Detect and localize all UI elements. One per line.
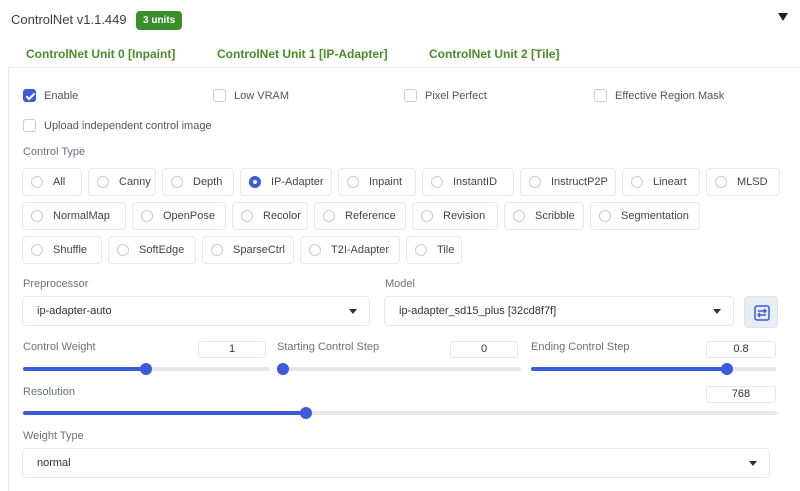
units-badge: 3 units <box>136 11 183 30</box>
ending-step-label: Ending Control Step <box>531 341 630 353</box>
radio-icon <box>171 176 183 188</box>
radio-icon <box>529 176 541 188</box>
tab-unit-0[interactable]: ControlNet Unit 0 [Inpaint] <box>26 47 175 61</box>
ending-step-input[interactable]: 0.8 <box>706 341 776 358</box>
radio-icon <box>141 210 153 222</box>
collapse-triangle-icon[interactable] <box>778 13 788 21</box>
control-type-label: Control Type <box>23 146 86 158</box>
model-dropdown[interactable]: ip-adapter_sd15_plus [32cd8f7f] <box>384 296 734 326</box>
unit-tabs: ControlNet Unit 0 [Inpaint] ControlNet U… <box>8 40 800 68</box>
pixel-perfect-checkbox[interactable]: Pixel Perfect <box>404 89 487 102</box>
weight-type-value: normal <box>37 457 71 469</box>
enable-label: Enable <box>44 89 79 102</box>
control-type-option[interactable]: Reference <box>314 202 406 230</box>
effective-region-mask-label: Effective Region Mask <box>615 89 725 102</box>
radio-icon <box>31 176 43 188</box>
radio-icon <box>513 210 525 222</box>
weight-type-label: Weight Type <box>23 430 84 442</box>
control-type-option[interactable]: Tile <box>406 236 462 264</box>
checkbox-icon <box>404 89 417 102</box>
checkbox-icon <box>594 89 607 102</box>
starting-step-label: Starting Control Step <box>277 341 380 353</box>
checkbox-checked-icon <box>23 89 36 102</box>
resolution-label: Resolution <box>23 386 75 398</box>
upload-independent-checkbox[interactable]: Upload independent control image <box>23 119 212 132</box>
radio-icon <box>309 244 321 256</box>
control-type-option[interactable]: Revision <box>412 202 498 230</box>
resolution-slider[interactable] <box>23 407 777 419</box>
pixel-perfect-label: Pixel Perfect <box>425 89 487 102</box>
slider-fill <box>23 411 306 415</box>
refresh-icon <box>754 305 770 321</box>
radio-icon <box>415 244 427 256</box>
weight-type-dropdown[interactable]: normal <box>22 448 770 478</box>
control-type-option[interactable]: Shuffle <box>22 236 102 264</box>
control-type-option[interactable]: Depth <box>162 168 234 196</box>
radio-icon <box>599 210 611 222</box>
controlnet-header[interactable]: ControlNet v1.1.449 3 units <box>0 0 800 40</box>
control-type-option[interactable]: Recolor <box>232 202 308 230</box>
control-type-option[interactable]: Lineart <box>622 168 700 196</box>
control-weight-input[interactable]: 1 <box>198 341 266 358</box>
control-type-option[interactable]: Segmentation <box>590 202 700 230</box>
checkbox-icon <box>213 89 226 102</box>
chevron-down-icon <box>749 461 757 466</box>
radio-icon <box>97 176 109 188</box>
low-vram-checkbox[interactable]: Low VRAM <box>213 89 289 102</box>
control-type-option[interactable]: NormalMap <box>22 202 126 230</box>
model-value: ip-adapter_sd15_plus [32cd8f7f] <box>399 305 557 317</box>
tab-unit-1[interactable]: ControlNet Unit 1 [IP-Adapter] <box>217 47 388 61</box>
low-vram-label: Low VRAM <box>234 89 290 102</box>
starting-step-input[interactable]: 0 <box>450 341 518 358</box>
control-type-option[interactable]: T2I-Adapter <box>300 236 400 264</box>
checkbox-icon <box>23 119 36 132</box>
control-type-option[interactable]: Scribble <box>504 202 584 230</box>
slider-thumb[interactable] <box>299 407 312 419</box>
radio-icon <box>323 210 335 222</box>
radio-icon <box>631 176 643 188</box>
control-type-option[interactable]: SparseCtrl <box>202 236 294 264</box>
radio-icon <box>431 176 443 188</box>
upload-independent-label: Upload independent control image <box>44 119 212 132</box>
radio-icon <box>715 176 727 188</box>
resolution-input[interactable]: 768 <box>706 386 776 403</box>
ending-step-slider[interactable] <box>531 363 776 375</box>
slider-thumb[interactable] <box>277 363 289 375</box>
radio-icon <box>31 210 43 222</box>
radio-icon <box>211 244 223 256</box>
control-type-option[interactable]: OpenPose <box>132 202 226 230</box>
chevron-down-icon <box>349 309 357 314</box>
control-type-option[interactable]: MLSD <box>706 168 780 196</box>
control-type-option[interactable]: Canny <box>88 168 156 196</box>
starting-step-slider[interactable] <box>277 363 521 375</box>
preprocessor-dropdown[interactable]: ip-adapter-auto <box>22 296 370 326</box>
control-type-option[interactable]: SoftEdge <box>108 236 196 264</box>
control-type-option[interactable]: All <box>22 168 82 196</box>
radio-icon <box>117 244 129 256</box>
refresh-models-button[interactable] <box>744 296 778 328</box>
preprocessor-label: Preprocessor <box>23 278 89 290</box>
slider-thumb[interactable] <box>140 363 152 375</box>
effective-region-mask-checkbox[interactable]: Effective Region Mask <box>594 89 724 102</box>
enable-checkbox[interactable]: Enable <box>23 89 78 102</box>
control-type-option[interactable]: InstantID <box>422 168 514 196</box>
radio-icon <box>241 210 253 222</box>
slider-fill <box>23 367 146 371</box>
control-weight-slider[interactable] <box>23 363 269 375</box>
model-label: Model <box>385 278 415 290</box>
radio-selected-icon <box>249 176 261 188</box>
radio-icon <box>421 210 433 222</box>
control-weight-label: Control Weight <box>23 341 96 353</box>
radio-icon <box>347 176 359 188</box>
control-type-option[interactable]: InstructP2P <box>520 168 616 196</box>
radio-icon <box>31 244 43 256</box>
slider-fill <box>531 367 727 371</box>
preprocessor-value: ip-adapter-auto <box>37 305 112 317</box>
chevron-down-icon <box>713 309 721 314</box>
header-title: ControlNet v1.1.449 <box>11 12 127 27</box>
tab-unit-2[interactable]: ControlNet Unit 2 [Tile] <box>429 47 559 61</box>
slider-thumb[interactable] <box>721 363 733 375</box>
control-type-option-selected[interactable]: IP-Adapter <box>240 168 332 196</box>
control-type-option[interactable]: Inpaint <box>338 168 416 196</box>
